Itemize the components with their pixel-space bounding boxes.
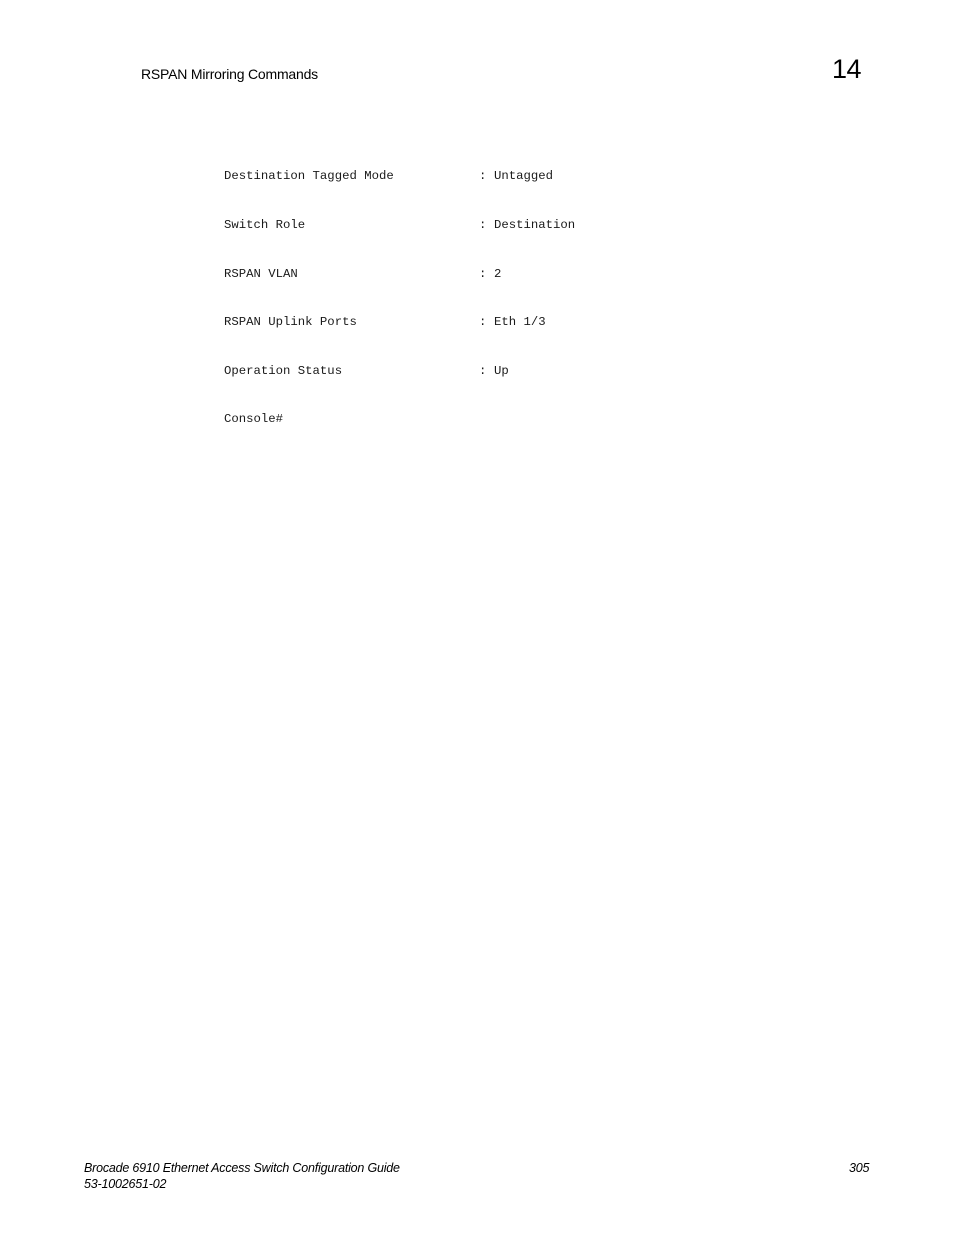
console-separator: : (479, 315, 487, 330)
console-row: Destination Tagged Mode: Untagged (224, 168, 575, 184)
footer-document-number: 53-1002651-02 (84, 1177, 167, 1191)
console-value: Up (494, 363, 509, 378)
footer-document-title: Brocade 6910 Ethernet Access Switch Conf… (84, 1161, 400, 1175)
console-row: RSPAN Uplink Ports: Eth 1/3 (224, 314, 575, 330)
console-output: Destination Tagged Mode: Untagged Switch … (224, 136, 575, 460)
console-separator: : (479, 169, 487, 184)
console-separator: : (479, 363, 487, 378)
console-row: RSPAN VLAN:2 (224, 266, 575, 282)
console-key: Operation Status (224, 363, 343, 378)
console-value: Destination (494, 218, 576, 232)
section-title: RSPAN Mirroring Commands (141, 66, 318, 82)
page-number: 305 (849, 1161, 870, 1175)
console-separator: : (479, 266, 487, 281)
console-row: Operation Status: Up (224, 363, 575, 379)
console-value: 2 (494, 266, 502, 281)
console-key: Switch Role (224, 218, 306, 232)
console-separator: : (479, 218, 487, 232)
console-prompt: Console# (224, 412, 284, 427)
console-key: Destination Tagged Mode (224, 169, 394, 184)
console-row: Switch Role: Destination (224, 217, 575, 233)
console-key: RSPAN VLAN (224, 266, 298, 281)
console-value: Untagged (494, 169, 554, 184)
console-key: RSPAN Uplink Ports (224, 315, 357, 330)
chapter-number: 14 (832, 54, 862, 84)
console-value: Eth 1/3 (494, 315, 546, 330)
